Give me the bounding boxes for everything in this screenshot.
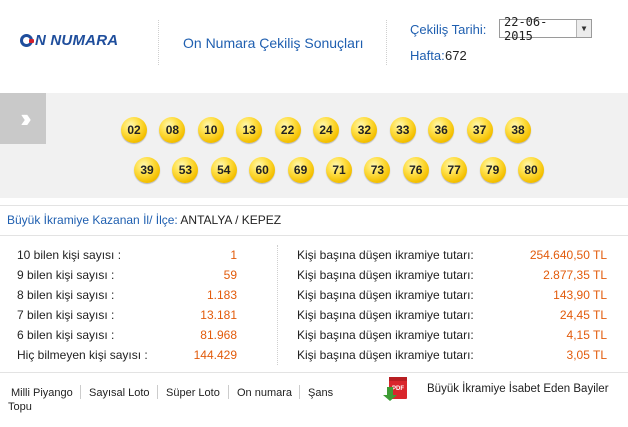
svg-text:PDF: PDF: [392, 386, 404, 392]
footer-separator: [299, 385, 300, 399]
header-divider-right: [386, 20, 387, 65]
pdf-download-icon[interactable]: PDF: [381, 376, 409, 404]
jackpot-winner-location: Büyük İkramiye Kazanan İl/ İlçe: ANTALYA…: [7, 213, 281, 227]
number-ball: 13: [236, 117, 263, 143]
number-ball: 60: [249, 157, 276, 183]
footer-separator: [228, 385, 229, 399]
number-ball: 24: [313, 117, 339, 143]
footer-separator: [80, 385, 81, 399]
footer-link-super-loto[interactable]: Süper Loto: [166, 387, 220, 399]
prize-description: Kişi başına düşen ikramiye tutarı:: [297, 288, 474, 302]
double-chevron-right-icon[interactable]: ››: [0, 93, 46, 144]
draw-date-select[interactable]: 22-06-2015 ▼: [499, 15, 592, 43]
number-ball: 80: [518, 157, 544, 183]
footer-link-sans-topu[interactable]: Şans: [308, 387, 333, 399]
logo-ring-icon: [20, 33, 34, 47]
footer-link-sayisal-loto[interactable]: Sayısal Loto: [89, 387, 150, 399]
week-value: 672: [445, 48, 467, 63]
prize-description: Kişi başına düşen ikramiye tutarı:: [297, 248, 474, 262]
result-label: 8 bilen kişi sayısı :: [17, 288, 115, 302]
prize-amount: 3,05 TL: [566, 348, 607, 362]
result-label: 9 bilen kişi sayısı :: [17, 268, 115, 282]
prize-description: Kişi başına düşen ikramiye tutarı:: [297, 328, 474, 342]
result-label: Hiç bilmeyen kişi sayısı :: [17, 348, 148, 362]
footer-link-milli-piyango[interactable]: Milli Piyango: [11, 387, 73, 399]
prize-description: Kişi başına düşen ikramiye tutarı:: [297, 268, 474, 282]
prize-description: Kişi başına düşen ikramiye tutarı:: [297, 348, 474, 362]
page-title: On Numara Çekiliş Sonuçları: [183, 35, 364, 51]
results-column-divider: [277, 245, 278, 365]
result-count: 144.429: [193, 348, 237, 362]
divider-middle: [0, 235, 628, 236]
result-count: 81.968: [200, 328, 237, 342]
number-ball: 10: [197, 117, 224, 143]
winner-location-label: Büyük İkramiye Kazanan İl/ İlçe:: [7, 213, 178, 227]
winner-location-value: ANTALYA / KEPEZ: [180, 213, 282, 227]
prize-amount: 143,90 TL: [553, 288, 607, 302]
number-ball: 69: [287, 157, 314, 183]
divider-bottom: [0, 372, 628, 373]
prize-description: Kişi başına düşen ikramiye tutarı:: [297, 308, 474, 322]
footer-separator: [157, 385, 158, 399]
divider-top: [0, 205, 628, 206]
prize-amount: 4,15 TL: [566, 328, 607, 342]
footer-link-on-numara[interactable]: On numara: [237, 387, 292, 399]
result-count: 1: [230, 248, 237, 262]
on-numara-logo[interactable]: N NUMARA: [20, 30, 118, 50]
week-label: Hafta:: [410, 48, 445, 63]
number-ball: 36: [428, 117, 455, 143]
result-label: 7 bilen kişi sayısı :: [17, 308, 115, 322]
jackpot-dealers-link[interactable]: Büyük İkramiye İsabet Eden Bayiler: [427, 383, 609, 395]
result-label: 10 bilen kişi sayısı :: [17, 248, 122, 262]
result-count: 1.183: [206, 288, 237, 302]
logo-text: N NUMARA: [35, 31, 119, 49]
number-ball: 37: [466, 117, 493, 143]
footer-link-sans-topu-wrap[interactable]: Topu: [8, 401, 32, 413]
prize-amount: 24,45 TL: [559, 308, 607, 322]
date-label: Çekiliş Tarihi:: [410, 22, 487, 37]
number-ball: 54: [210, 157, 237, 183]
number-ball: 79: [479, 157, 506, 183]
number-ball: 22: [274, 117, 301, 143]
number-ball: 39: [134, 157, 160, 183]
draw-date-value: 22-06-2015: [504, 14, 548, 43]
prize-amount: 254.640,50 TL: [529, 248, 607, 262]
number-ball: 38: [505, 117, 531, 143]
number-ball: 77: [441, 157, 468, 183]
dropdown-arrow-icon[interactable]: ▼: [576, 20, 591, 37]
result-count: 13.181: [200, 308, 237, 322]
result-count: 59: [223, 268, 237, 282]
number-ball: 76: [402, 157, 429, 183]
number-ball: 02: [121, 117, 147, 143]
number-ball: 33: [389, 117, 416, 143]
result-label: 6 bilen kişi sayısı :: [17, 328, 115, 342]
header-divider-left: [158, 20, 159, 65]
prize-amount: 2.877,35 TL: [543, 268, 607, 282]
number-ball: 71: [326, 157, 352, 183]
